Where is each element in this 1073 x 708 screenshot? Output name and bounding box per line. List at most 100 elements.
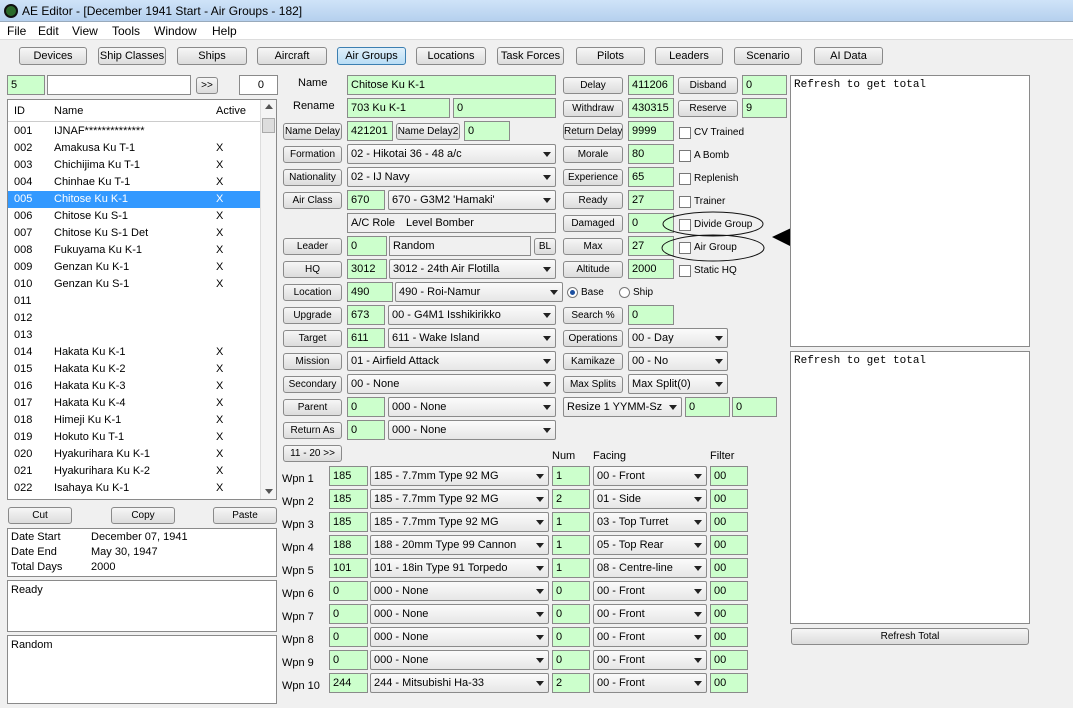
parent-code[interactable]: 0 (347, 397, 385, 417)
altitude-button[interactable]: Altitude (563, 261, 623, 278)
weapon-device-dropdown[interactable]: 244 - Mitsubishi Ha-33 (370, 673, 549, 693)
tab-aircraft[interactable]: Aircraft (257, 47, 327, 65)
tab-ships[interactable]: Ships (177, 47, 247, 65)
return-as-button[interactable]: Return As (283, 422, 342, 439)
resize-field-a[interactable]: 0 (685, 397, 730, 417)
damaged-button[interactable]: Damaged (563, 215, 623, 232)
nationality-dropdown[interactable]: 02 - IJ Navy (347, 167, 556, 187)
morale-button[interactable]: Morale (563, 146, 623, 163)
ready-button[interactable]: Ready (563, 192, 623, 209)
weapon-filter-field[interactable]: 00 (710, 650, 748, 670)
return-delay-field[interactable]: 9999 (628, 121, 674, 141)
mission-dropdown[interactable]: 01 - Airfield Attack (347, 351, 556, 371)
weapon-device-dropdown[interactable]: 000 - None (370, 627, 549, 647)
list-row[interactable]: 015 Hakata Ku K-2 X (8, 361, 261, 378)
upgrade-button[interactable]: Upgrade (283, 307, 342, 324)
list-row[interactable]: 001 IJNAF************** (8, 123, 261, 140)
menu-file[interactable]: File (7, 24, 26, 38)
nationality-button[interactable]: Nationality (283, 169, 342, 186)
weapon-code-field[interactable]: 185 (329, 466, 368, 486)
list-row[interactable]: 020 Hyakurihara Ku K-1 X (8, 446, 261, 463)
weapon-device-dropdown[interactable]: 188 - 20mm Type 99 Cannon (370, 535, 549, 555)
weapon-code-field[interactable]: 244 (329, 673, 368, 693)
search-percent-field[interactable]: 0 (628, 305, 674, 325)
tab-locations[interactable]: Locations (416, 47, 486, 65)
secondary-button[interactable]: Secondary (283, 376, 342, 393)
next-weapons-button[interactable]: 11 - 20 >> (283, 445, 342, 462)
weapon-facing-dropdown[interactable]: 00 - Front (593, 627, 707, 647)
weapon-code-field[interactable]: 0 (329, 627, 368, 647)
list-row[interactable]: 008 Fukuyama Ku K-1 X (8, 242, 261, 259)
name-delay-button[interactable]: Name Delay (283, 123, 342, 140)
list-row[interactable]: 003 Chichijima Ku T-1 X (8, 157, 261, 174)
location-code[interactable]: 490 (347, 282, 393, 302)
location-dropdown[interactable]: 490 - Roi-Namur (395, 282, 563, 302)
delay-button[interactable]: Delay (563, 77, 623, 94)
leader-button[interactable]: Leader (283, 238, 342, 255)
list-row[interactable]: 021 Hyakurihara Ku K-2 X (8, 463, 261, 480)
weapon-facing-dropdown[interactable]: 00 - Front (593, 604, 707, 624)
air-class-code[interactable]: 670 (347, 190, 385, 210)
weapon-num-field[interactable]: 0 (552, 627, 590, 647)
weapon-code-field[interactable]: 185 (329, 489, 368, 509)
air-group-list[interactable]: ID Name Active 001 IJNAF************** 002… (7, 99, 277, 500)
target-dropdown[interactable]: 611 - Wake Island (388, 328, 556, 348)
a-bomb-checkbox[interactable] (679, 150, 691, 162)
weapon-filter-field[interactable]: 00 (710, 581, 748, 601)
tab-air-groups[interactable]: Air Groups (337, 47, 406, 65)
weapon-device-dropdown[interactable]: 000 - None (370, 604, 549, 624)
max-splits-button[interactable]: Max Splits (563, 376, 623, 393)
max-button[interactable]: Max (563, 238, 623, 255)
rename-field[interactable]: 703 Ku K-1 (347, 98, 450, 118)
resize-dropdown[interactable]: Resize 1 YYMM-Sz (563, 397, 682, 417)
experience-button[interactable]: Experience (563, 169, 623, 186)
tab-task-forces[interactable]: Task Forces (497, 47, 564, 65)
list-row[interactable]: 016 Hakata Ku K-3 X (8, 378, 261, 395)
weapon-num-field[interactable]: 2 (552, 673, 590, 693)
location-button[interactable]: Location (283, 284, 342, 301)
rename-num-field[interactable]: 0 (453, 98, 556, 118)
weapon-device-dropdown[interactable]: 000 - None (370, 581, 549, 601)
weapon-filter-field[interactable]: 00 (710, 489, 748, 509)
list-row[interactable]: 018 Himeji Ku K-1 X (8, 412, 261, 429)
list-row[interactable]: 009 Genzan Ku K-1 X (8, 259, 261, 276)
list-row[interactable]: 004 Chinhae Ku T-1 X (8, 174, 261, 191)
scroll-down-icon[interactable] (265, 489, 273, 494)
tab-leaders[interactable]: Leaders (655, 47, 723, 65)
return-as-dropdown[interactable]: 000 - None (388, 420, 556, 440)
weapon-facing-dropdown[interactable]: 05 - Top Rear (593, 535, 707, 555)
upgrade-dropdown[interactable]: 00 - G4M1 Isshikirikko (388, 305, 556, 325)
menu-tools[interactable]: Tools (112, 24, 140, 38)
formation-button[interactable]: Formation (283, 146, 342, 163)
tab-pilots[interactable]: Pilots (576, 47, 645, 65)
reserve-button[interactable]: Reserve (678, 100, 738, 117)
reserve-field[interactable]: 9 (742, 98, 787, 118)
weapon-facing-dropdown[interactable]: 01 - Side (593, 489, 707, 509)
column-header-active[interactable]: Active (216, 105, 246, 117)
menu-help[interactable]: Help (212, 24, 237, 38)
scroll-up-icon[interactable] (265, 104, 273, 109)
weapon-filter-field[interactable]: 00 (710, 604, 748, 624)
weapon-device-dropdown[interactable]: 185 - 7.7mm Type 92 MG (370, 512, 549, 532)
column-header-id[interactable]: ID (14, 105, 25, 117)
weapon-num-field[interactable]: 1 (552, 512, 590, 532)
weapon-facing-dropdown[interactable]: 00 - Front (593, 466, 707, 486)
list-row[interactable]: 006 Chitose Ku S-1 X (8, 208, 261, 225)
cv-trained-checkbox[interactable] (679, 127, 691, 139)
list-scrollbar[interactable] (260, 100, 276, 499)
weapon-num-field[interactable]: 1 (552, 466, 590, 486)
withdraw-button[interactable]: Withdraw (563, 100, 623, 117)
hq-code[interactable]: 3012 (347, 259, 387, 279)
target-button[interactable]: Target (283, 330, 342, 347)
menu-window[interactable]: Window (154, 24, 197, 38)
weapon-device-dropdown[interactable]: 000 - None (370, 650, 549, 670)
weapon-num-field[interactable]: 2 (552, 489, 590, 509)
weapon-code-field[interactable]: 101 (329, 558, 368, 578)
weapon-device-dropdown[interactable]: 185 - 7.7mm Type 92 MG (370, 489, 549, 509)
disband-field[interactable]: 0 (742, 75, 787, 95)
ship-radio[interactable] (619, 287, 630, 298)
resize-field-b[interactable]: 0 (732, 397, 777, 417)
trainer-checkbox[interactable] (679, 196, 691, 208)
weapon-filter-field[interactable]: 00 (710, 558, 748, 578)
parent-dropdown[interactable]: 000 - None (388, 397, 556, 417)
